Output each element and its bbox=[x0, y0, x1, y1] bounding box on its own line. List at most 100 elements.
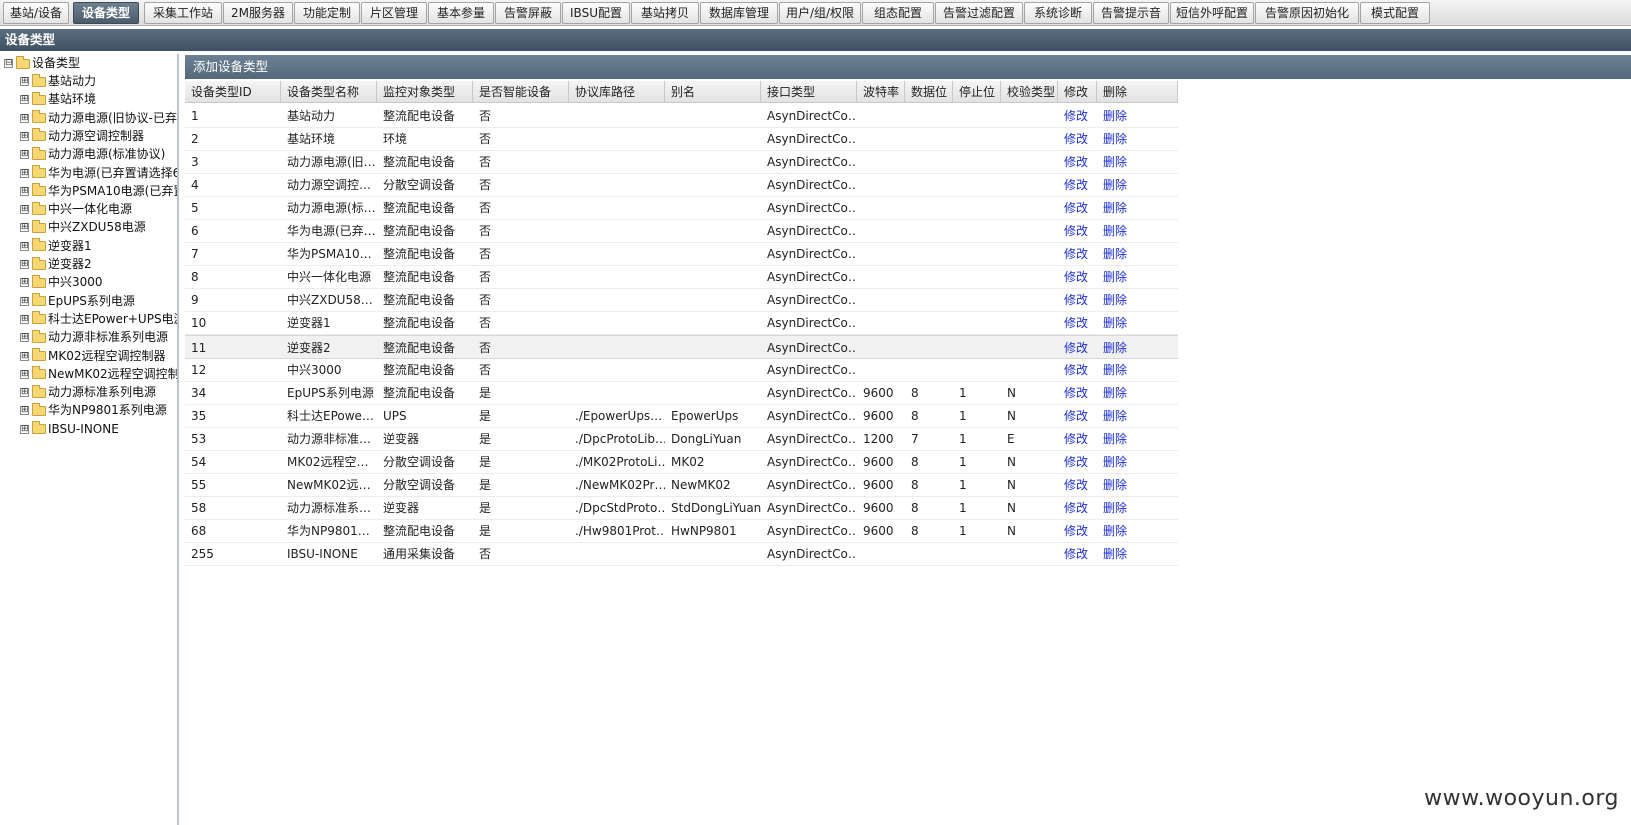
tab-1[interactable]: 设备类型 bbox=[73, 2, 139, 24]
expand-toggle-icon[interactable]: ⊞ bbox=[20, 314, 29, 324]
expand-toggle-icon[interactable]: ⊞ bbox=[20, 260, 29, 269]
table-row[interactable]: 8 中兴一体化电源 整流配电设备 否 AsynDirectCo… 修改 删除 bbox=[185, 265, 1178, 290]
delete-link[interactable]: 删除 bbox=[1097, 381, 1178, 405]
delete-link[interactable]: 删除 bbox=[1097, 265, 1178, 289]
tab-15[interactable]: 告警提示音 bbox=[1093, 2, 1169, 24]
expand-toggle-icon[interactable]: ⊞ bbox=[20, 95, 29, 105]
tree-item[interactable]: ⊞ 华为NP9801系列电源 bbox=[20, 401, 167, 419]
table-row[interactable]: 34 EpUPS系列电源 整流配电设备 是 AsynDirectCo… 9600 8 1 N 修改… bbox=[185, 381, 1178, 405]
delete-link[interactable]: 删除 bbox=[1097, 104, 1178, 128]
edit-link[interactable]: 修改 bbox=[1058, 542, 1097, 566]
edit-link[interactable]: 修改 bbox=[1058, 242, 1097, 266]
delete-link[interactable]: 删除 bbox=[1097, 219, 1178, 243]
tree-item[interactable]: ⊞ 中兴一体化电源 bbox=[20, 200, 132, 218]
expand-toggle-icon[interactable]: ⊞ bbox=[20, 278, 29, 288]
tree-item[interactable]: ⊞ 中兴ZXDU58电源 bbox=[20, 218, 146, 236]
column-header[interactable]: 接口类型 bbox=[761, 81, 857, 103]
edit-link[interactable]: 修改 bbox=[1058, 427, 1097, 451]
table-row[interactable]: 68 华为NP9801… 整流配电设备 是 ./Hw9801Prot… HwNP9801 A… bbox=[185, 519, 1178, 543]
table-row[interactable]: 10 逆变器1 整流配电设备 否 AsynDirectCo… 修改 删除 bbox=[185, 311, 1178, 336]
delete-link[interactable]: 删除 bbox=[1097, 427, 1178, 451]
table-row[interactable]: 1 基站动力 整流配电设备 否 AsynDirectCo… 修改 删除 bbox=[185, 104, 1178, 128]
delete-link[interactable]: 删除 bbox=[1097, 173, 1178, 197]
table-row[interactable]: 2 基站环境 环境 否 AsynDirectCo… 修改 删除 bbox=[185, 127, 1178, 152]
column-header[interactable]: 数据位 bbox=[905, 81, 953, 103]
tab-4[interactable]: 功能定制 bbox=[294, 2, 360, 24]
edit-link[interactable]: 修改 bbox=[1058, 288, 1097, 312]
table-row[interactable]: 55 NewMK02远… 分散空调设备 是 ./NewMK02Pr… NewMK02 Asy… bbox=[185, 473, 1178, 497]
expand-toggle-icon[interactable]: ⊞ bbox=[20, 186, 29, 196]
column-header[interactable]: 校验类型 bbox=[1001, 81, 1058, 103]
tree-item[interactable]: ⊞ MK02远程空调控制器 bbox=[20, 347, 166, 365]
table-row[interactable]: 11 逆变器2 整流配电设备 否 AsynDirectCo… 修改 删除 bbox=[185, 334, 1178, 360]
table-row[interactable]: 4 动力源空调控… 分散空调设备 否 AsynDirectCo… 修改 删除 bbox=[185, 173, 1178, 198]
tab-16[interactable]: 短信外呼配置 bbox=[1170, 2, 1254, 24]
expand-toggle-icon[interactable]: ⊞ bbox=[20, 113, 29, 123]
tree-item[interactable]: ⊞ NewMK02远程空调控制器 bbox=[20, 365, 177, 383]
edit-link[interactable]: 修改 bbox=[1058, 473, 1097, 497]
delete-link[interactable]: 删除 bbox=[1097, 127, 1178, 151]
expand-toggle-icon[interactable]: ⊞ bbox=[20, 131, 29, 141]
delete-link[interactable]: 删除 bbox=[1097, 336, 1178, 360]
column-header[interactable]: 删除 bbox=[1097, 81, 1178, 103]
delete-link[interactable]: 删除 bbox=[1097, 288, 1178, 312]
edit-link[interactable]: 修改 bbox=[1058, 265, 1097, 289]
table-row[interactable]: 58 动力源标准系… 逆变器 是 ./DpcStdProto… StdDongLiYuan… bbox=[185, 496, 1178, 520]
delete-link[interactable]: 删除 bbox=[1097, 150, 1178, 174]
tree-item[interactable]: ⊞ 华为PSMA10电源(已弃置 bbox=[20, 182, 177, 200]
delete-link[interactable]: 删除 bbox=[1097, 358, 1178, 382]
tab-18[interactable]: 模式配置 bbox=[1360, 2, 1430, 24]
edit-link[interactable]: 修改 bbox=[1058, 311, 1097, 335]
edit-link[interactable]: 修改 bbox=[1058, 196, 1097, 220]
column-header[interactable]: 停止位 bbox=[953, 81, 1001, 103]
expand-toggle-icon[interactable]: ⊞ bbox=[20, 333, 29, 343]
expand-toggle-icon[interactable]: ⊞ bbox=[20, 388, 29, 398]
expand-toggle-icon[interactable]: ⊞ bbox=[20, 424, 29, 434]
expand-toggle-icon[interactable]: ⊞ bbox=[20, 351, 29, 361]
tab-12[interactable]: 组态配置 bbox=[862, 2, 934, 24]
column-header[interactable]: 修改 bbox=[1058, 81, 1097, 103]
tree-item[interactable]: ⊞ 动力源电源(旧协议-已弃 bbox=[20, 109, 177, 127]
column-header[interactable]: 协议库路径 bbox=[569, 81, 665, 103]
table-row[interactable]: 35 科士达EPowe… UPS 是 ./EpowerUps… EpowerUps Asyn… bbox=[185, 404, 1178, 428]
tab-3[interactable]: 2M服务器 bbox=[223, 2, 293, 24]
column-header[interactable]: 是否智能设备 bbox=[473, 81, 569, 103]
delete-link[interactable]: 删除 bbox=[1097, 496, 1178, 520]
expand-toggle-icon[interactable]: ⊞ bbox=[20, 406, 29, 416]
table-row[interactable]: 53 动力源非标准… 逆变器 是 ./DpcProtoLib.… DongLiYuan As… bbox=[185, 427, 1178, 451]
tree-item[interactable]: ⊞ 动力源非标准系列电源 bbox=[20, 328, 168, 346]
column-header[interactable]: 波特率 bbox=[857, 81, 905, 103]
tab-14[interactable]: 系统诊断 bbox=[1024, 2, 1092, 24]
edit-link[interactable]: 修改 bbox=[1058, 219, 1097, 243]
expand-toggle-icon[interactable]: ⊞ bbox=[20, 296, 29, 306]
edit-link[interactable]: 修改 bbox=[1058, 450, 1097, 474]
tree-item[interactable]: ⊞ 基站环境 bbox=[20, 90, 96, 108]
edit-link[interactable]: 修改 bbox=[1058, 404, 1097, 428]
column-header[interactable]: 设备类型ID bbox=[185, 81, 281, 103]
tab-9[interactable]: 基站拷贝 bbox=[631, 2, 699, 24]
column-header[interactable]: 设备类型名称 bbox=[281, 81, 377, 103]
expand-toggle-icon[interactable]: ⊞ bbox=[20, 168, 29, 178]
edit-link[interactable]: 修改 bbox=[1058, 496, 1097, 520]
table-row[interactable]: 255 IBSU-INONE 通用采集设备 否 AsynDirectCo… 修改 删除 bbox=[185, 542, 1178, 566]
delete-link[interactable]: 删除 bbox=[1097, 450, 1178, 474]
tab-5[interactable]: 片区管理 bbox=[361, 2, 427, 24]
edit-link[interactable]: 修改 bbox=[1058, 336, 1097, 360]
delete-link[interactable]: 删除 bbox=[1097, 196, 1178, 220]
expand-toggle-icon[interactable]: ⊞ bbox=[20, 223, 29, 233]
tree-item[interactable]: ⊞ 动力源空调控制器 bbox=[20, 127, 144, 145]
delete-link[interactable]: 删除 bbox=[1097, 542, 1178, 566]
delete-link[interactable]: 删除 bbox=[1097, 404, 1178, 428]
expand-toggle-icon[interactable]: ⊞ bbox=[20, 150, 29, 160]
expand-toggle-icon[interactable]: ⊞ bbox=[20, 241, 29, 251]
tab-2[interactable]: 采集工作站 bbox=[144, 2, 222, 24]
tree-item[interactable]: ⊞ 基站动力 bbox=[20, 72, 96, 90]
edit-link[interactable]: 修改 bbox=[1058, 104, 1097, 128]
table-row[interactable]: 7 华为PSMA10… 整流配电设备 否 AsynDirectCo… 修改 删除 bbox=[185, 242, 1178, 267]
tab-8[interactable]: IBSU配置 bbox=[562, 2, 630, 24]
delete-link[interactable]: 删除 bbox=[1097, 473, 1178, 497]
edit-link[interactable]: 修改 bbox=[1058, 381, 1097, 405]
expand-toggle-icon[interactable]: ⊞ bbox=[20, 205, 29, 215]
tree-item[interactable]: ⊞ IBSU-INONE bbox=[20, 420, 119, 438]
expand-toggle-icon[interactable]: ⊟ bbox=[4, 59, 13, 68]
